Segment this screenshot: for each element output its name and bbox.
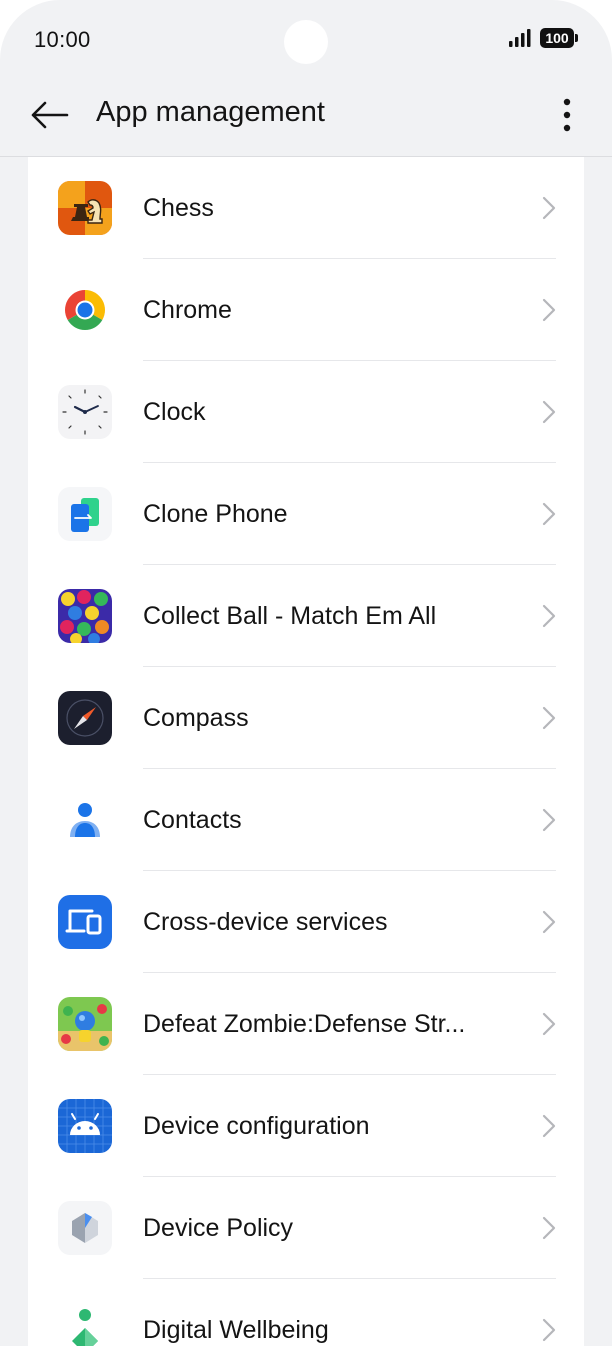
chevron-right-icon xyxy=(542,910,556,934)
camera-cutout xyxy=(284,20,328,64)
app-name: Collect Ball - Match Em All xyxy=(143,602,437,630)
app-name: Compass xyxy=(143,704,249,732)
app-name: Cross-device services xyxy=(143,908,388,936)
chevron-right-icon xyxy=(542,400,556,424)
chevron-right-icon xyxy=(542,1114,556,1138)
list-item-chess[interactable]: Chess xyxy=(28,157,584,259)
list-item-defeat-zombie[interactable]: Defeat Zombie:Defense Str... xyxy=(28,973,584,1075)
status-time: 10:00 xyxy=(34,27,91,52)
clone-phone-icon xyxy=(58,487,112,541)
android-icon xyxy=(58,1099,112,1153)
list-item-cross-device-services[interactable]: Cross-device services xyxy=(28,871,584,973)
chevron-right-icon xyxy=(542,196,556,220)
contacts-icon xyxy=(58,793,112,847)
app-list: Chess Chrome Clock Clone Phone Collect B… xyxy=(28,157,584,1346)
app-name: Device configuration xyxy=(143,1112,370,1140)
list-item-clock[interactable]: Clock xyxy=(28,361,584,463)
cross-device-icon xyxy=(58,895,112,949)
digital-wellbeing-icon xyxy=(58,1303,112,1346)
device-policy-icon xyxy=(58,1201,112,1255)
app-name: Device Policy xyxy=(143,1214,294,1242)
status-bar: 10:00 100 xyxy=(0,0,612,80)
app-name: Defeat Zombie:Defense Str... xyxy=(143,1010,466,1038)
chrome-icon xyxy=(58,283,112,337)
chevron-right-icon xyxy=(542,1216,556,1240)
list-item-clone-phone[interactable]: Clone Phone xyxy=(28,463,584,565)
list-item-contacts[interactable]: Contacts xyxy=(28,769,584,871)
chevron-right-icon xyxy=(542,298,556,322)
status-indicators: 100 xyxy=(508,28,578,48)
app-name: Chrome xyxy=(143,296,232,324)
chevron-right-icon xyxy=(542,1012,556,1036)
list-item-device-policy[interactable]: Device Policy xyxy=(28,1177,584,1279)
battery-level: 100 xyxy=(545,30,569,46)
back-button[interactable] xyxy=(26,92,72,138)
chevron-right-icon xyxy=(542,502,556,526)
app-name: Clone Phone xyxy=(143,500,288,528)
battery-icon: 100 xyxy=(540,28,578,48)
list-item-digital-wellbeing[interactable]: Digital Wellbeing xyxy=(28,1279,584,1346)
app-bar: App management xyxy=(0,80,612,156)
app-name: Chess xyxy=(143,194,214,222)
chevron-right-icon xyxy=(542,808,556,832)
chess-icon xyxy=(58,181,112,235)
app-name: Clock xyxy=(143,398,206,426)
more-options-button[interactable] xyxy=(552,92,582,138)
clock-icon xyxy=(58,385,112,439)
more-vert-icon xyxy=(563,98,571,132)
list-item-collect-ball[interactable]: Collect Ball - Match Em All xyxy=(28,565,584,667)
app-name: Digital Wellbeing xyxy=(143,1316,329,1344)
list-item-chrome[interactable]: Chrome xyxy=(28,259,584,361)
chevron-right-icon xyxy=(542,1318,556,1342)
collect-ball-icon xyxy=(58,589,112,643)
page-title: App management xyxy=(96,96,325,128)
phone-screen: 10:00 100 App management Chess Chrome Cl… xyxy=(0,0,612,1346)
compass-icon xyxy=(58,691,112,745)
list-item-compass[interactable]: Compass xyxy=(28,667,584,769)
chevron-right-icon xyxy=(542,706,556,730)
list-item-device-configuration[interactable]: Device configuration xyxy=(28,1075,584,1177)
defeat-zombie-icon xyxy=(58,997,112,1051)
signal-icon xyxy=(509,29,531,47)
arrow-left-icon xyxy=(31,101,69,129)
app-name: Contacts xyxy=(143,806,242,834)
chevron-right-icon xyxy=(542,604,556,628)
